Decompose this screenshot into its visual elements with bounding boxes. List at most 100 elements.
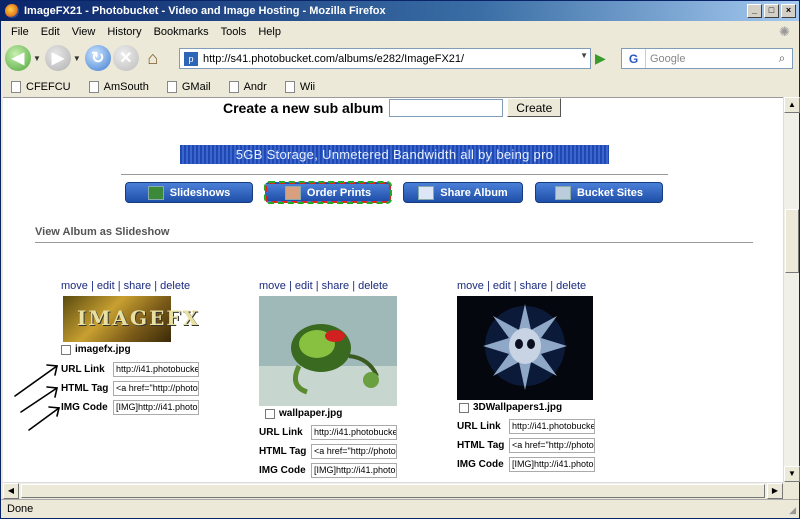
menu-history[interactable]: History	[101, 26, 147, 38]
bookmark-wii[interactable]: Wii	[284, 81, 315, 93]
share-album-button[interactable]: Share Album	[403, 182, 523, 203]
select-checkbox[interactable]	[265, 408, 275, 419]
horizontal-scrollbar[interactable]: ◀ ▶	[3, 482, 783, 499]
bookmark-label: AmSouth	[103, 81, 149, 93]
share-link[interactable]: share	[520, 280, 548, 292]
slideshows-label: Slideshows	[169, 186, 231, 199]
img-code-label: IMG Code	[457, 459, 504, 470]
menu-file[interactable]: File	[5, 26, 35, 38]
sub-album-input[interactable]	[389, 98, 504, 117]
bookmarks-toolbar: CFEFCU AmSouth GMail Andr Wii	[1, 77, 799, 97]
pro-banner[interactable]: 5GB Storage, Unmetered Bandwidth all by …	[180, 145, 609, 164]
search-icon[interactable]: ⌕	[772, 51, 792, 66]
thumbnail-wallpaper[interactable]	[259, 296, 397, 406]
bookmark-cfefcu[interactable]: CFEFCU	[11, 81, 71, 93]
search-input[interactable]: Google	[646, 53, 772, 65]
forward-history-dropdown-icon[interactable]: ▼	[73, 54, 81, 63]
thumbnail-3dwallpapers[interactable]	[457, 296, 593, 400]
menu-tools[interactable]: Tools	[215, 26, 253, 38]
item-actions: move | edit | share | delete	[457, 280, 587, 292]
share-link[interactable]: share	[124, 280, 152, 292]
bookmark-label: CFEFCU	[26, 81, 71, 93]
move-link[interactable]: move	[61, 280, 88, 292]
back-arrow-icon[interactable]: ◀	[5, 45, 31, 71]
move-link[interactable]: move	[259, 280, 286, 292]
window-title: ImageFX21 - Photobucket - Video and Imag…	[24, 5, 386, 17]
bookmark-gmail[interactable]: GMail	[166, 81, 211, 93]
share-icon	[418, 185, 435, 200]
delete-link[interactable]: delete	[556, 280, 586, 292]
page-icon	[11, 81, 21, 93]
address-dropdown-icon[interactable]: ▼	[580, 51, 588, 60]
bookmark-amsouth[interactable]: AmSouth	[88, 81, 149, 93]
item-actions: move | edit | share | delete	[259, 280, 389, 292]
img-code-field[interactable]: [IMG]http://i41.photobu	[509, 457, 595, 472]
maximize-button[interactable]: □	[764, 4, 779, 18]
page-icon	[228, 81, 239, 93]
delete-link[interactable]: delete	[358, 280, 388, 292]
thumbnail-imagefx[interactable]: IMAGEFX	[63, 296, 198, 342]
go-arrow-icon[interactable]: ▶	[595, 50, 606, 67]
search-box[interactable]: G Google ⌕	[621, 48, 793, 69]
slideshow-link[interactable]: View Album as Slideshow	[35, 226, 169, 238]
album-item: move | edit | share | delete wallpaper.j…	[259, 280, 409, 478]
home-icon[interactable]: ⌂	[141, 47, 165, 69]
scroll-up-arrow-icon[interactable]: ▲	[784, 97, 800, 113]
sub-album-label: Create a new sub album	[223, 99, 384, 116]
order-prints-button[interactable]: Order Prints	[264, 181, 392, 204]
bucket-sites-button[interactable]: Bucket Sites	[535, 182, 663, 203]
vertical-scroll-thumb[interactable]	[785, 209, 799, 273]
divider	[121, 174, 668, 175]
share-link[interactable]: share	[322, 280, 350, 292]
resize-grip-icon[interactable]: ◢	[789, 505, 796, 516]
menu-view[interactable]: View	[66, 26, 102, 38]
page-icon	[88, 81, 99, 93]
scroll-right-arrow-icon[interactable]: ▶	[767, 483, 783, 499]
photobucket-favicon: p	[184, 51, 198, 66]
edit-link[interactable]: edit	[295, 280, 313, 292]
html-tag-label: HTML Tag	[61, 383, 109, 394]
filename: imagefx.jpg	[75, 344, 131, 355]
close-button[interactable]: ×	[781, 4, 796, 18]
vertical-scrollbar[interactable]: ▲ ▼	[783, 97, 800, 482]
url-link-field[interactable]: http://i41.photobucket	[509, 419, 595, 434]
scroll-down-arrow-icon[interactable]: ▼	[784, 466, 800, 482]
scroll-left-arrow-icon[interactable]: ◀	[3, 483, 19, 499]
img-code-field[interactable]: [IMG]http://i41.photobu	[311, 463, 397, 478]
edit-link[interactable]: edit	[97, 280, 115, 292]
html-tag-field[interactable]: <a href="http://photob	[311, 444, 397, 459]
menu-help[interactable]: Help	[252, 26, 287, 38]
img-code-field[interactable]: [IMG]http://i41.photobu	[113, 400, 199, 415]
html-tag-field[interactable]: <a href="http://photob	[113, 381, 199, 396]
select-checkbox[interactable]	[61, 344, 71, 355]
slideshows-button[interactable]: Slideshows	[125, 182, 253, 203]
edit-link[interactable]: edit	[493, 280, 511, 292]
bucket-sites-label: Bucket Sites	[576, 186, 644, 199]
throbber-icon: ✺	[779, 24, 790, 39]
menu-bar: File Edit View History Bookmarks Tools H…	[1, 22, 799, 41]
filename: wallpaper.jpg	[279, 408, 343, 419]
reload-icon[interactable]: ↻	[84, 45, 111, 71]
search-engine-icon[interactable]: G	[622, 49, 646, 68]
url-link-field[interactable]: http://i41.photobucket	[113, 362, 199, 377]
back-history-dropdown-icon[interactable]: ▼	[33, 54, 41, 63]
html-tag-field[interactable]: <a href="http://photob	[509, 438, 595, 453]
film-icon	[147, 185, 164, 200]
minimize-button[interactable]: _	[747, 4, 762, 18]
move-link[interactable]: move	[457, 280, 484, 292]
url-link-field[interactable]: http://i41.photobucket	[311, 425, 397, 440]
menu-edit[interactable]: Edit	[35, 26, 66, 38]
create-button[interactable]: Create	[507, 98, 562, 117]
address-url[interactable]: http://s41.photobucket.com/albums/e282/I…	[203, 53, 464, 65]
sub-album-form: Create a new sub album Create	[223, 98, 562, 117]
forward-arrow-icon[interactable]: ▶	[44, 45, 71, 71]
delete-link[interactable]: delete	[160, 280, 190, 292]
horizontal-scroll-thumb[interactable]	[21, 484, 765, 498]
select-checkbox[interactable]	[459, 402, 469, 413]
menu-bookmarks[interactable]: Bookmarks	[148, 26, 215, 38]
address-bar[interactable]: p http://s41.photobucket.com/albums/e282…	[179, 48, 591, 69]
filename-row: imagefx.jpg	[61, 344, 211, 355]
filename-row: 3DWallpapers1.jpg	[459, 402, 607, 413]
stop-icon[interactable]: ✕	[112, 45, 139, 71]
bookmark-andr[interactable]: Andr	[228, 81, 267, 93]
